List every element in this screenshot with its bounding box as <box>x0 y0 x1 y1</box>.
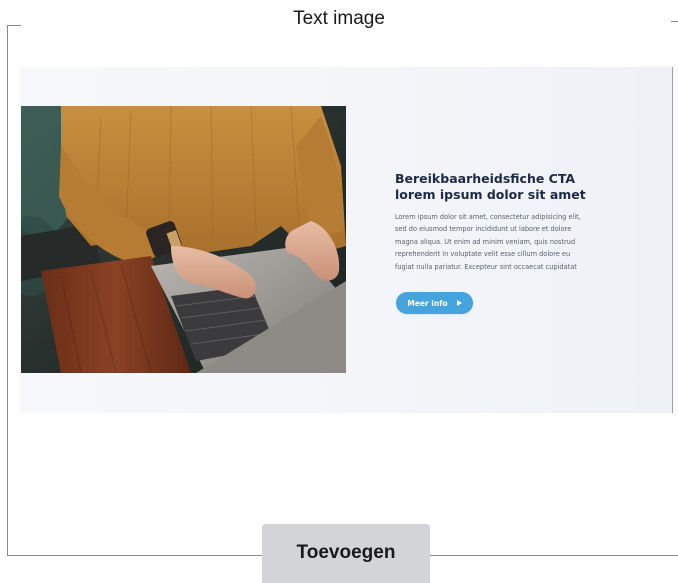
section-title: Text image <box>0 8 678 30</box>
cta-body-line: fugiat nulla pariatur. Excepteur sint oc… <box>395 262 577 271</box>
cta-body-text: Lorem ipsum dolor sit amet, consectetur … <box>395 211 615 273</box>
cta-body-line: reprehenderit in voluptate velit esse ci… <box>395 250 571 259</box>
meer-info-label: Meer info <box>407 298 448 308</box>
cta-body-line: Lorem ipsum dolor sit amet, consectetur … <box>395 213 581 221</box>
text-image-preview[interactable]: Bereikbaarheidsfiche CTA lorem ipsum dol… <box>20 67 673 413</box>
frame-left-border <box>7 25 8 556</box>
meer-info-button[interactable]: Meer info <box>396 292 473 314</box>
add-button[interactable]: Toevoegen <box>262 524 430 583</box>
cta-body-line: magna aliqua. Ut enim ad minim veniam, q… <box>395 237 576 246</box>
add-button-label: Toevoegen <box>296 541 396 563</box>
frame-bottom-border-left <box>7 555 262 556</box>
cta-content: Bereikbaarheidsfiche CTA lorem ipsum dol… <box>395 171 615 273</box>
frame-bottom-border-right <box>430 555 678 556</box>
play-icon <box>456 300 462 306</box>
cta-title: Bereikbaarheidsfiche CTA lorem ipsum dol… <box>395 171 615 203</box>
person-laptop-photo <box>21 106 346 373</box>
cta-title-line-1: Bereikbaarheidsfiche CTA <box>395 171 576 186</box>
cta-title-line-2: lorem ipsum dolor sit amet <box>395 187 586 202</box>
cta-body-line: sed do eiusmod tempor incididunt ut labo… <box>395 225 572 234</box>
